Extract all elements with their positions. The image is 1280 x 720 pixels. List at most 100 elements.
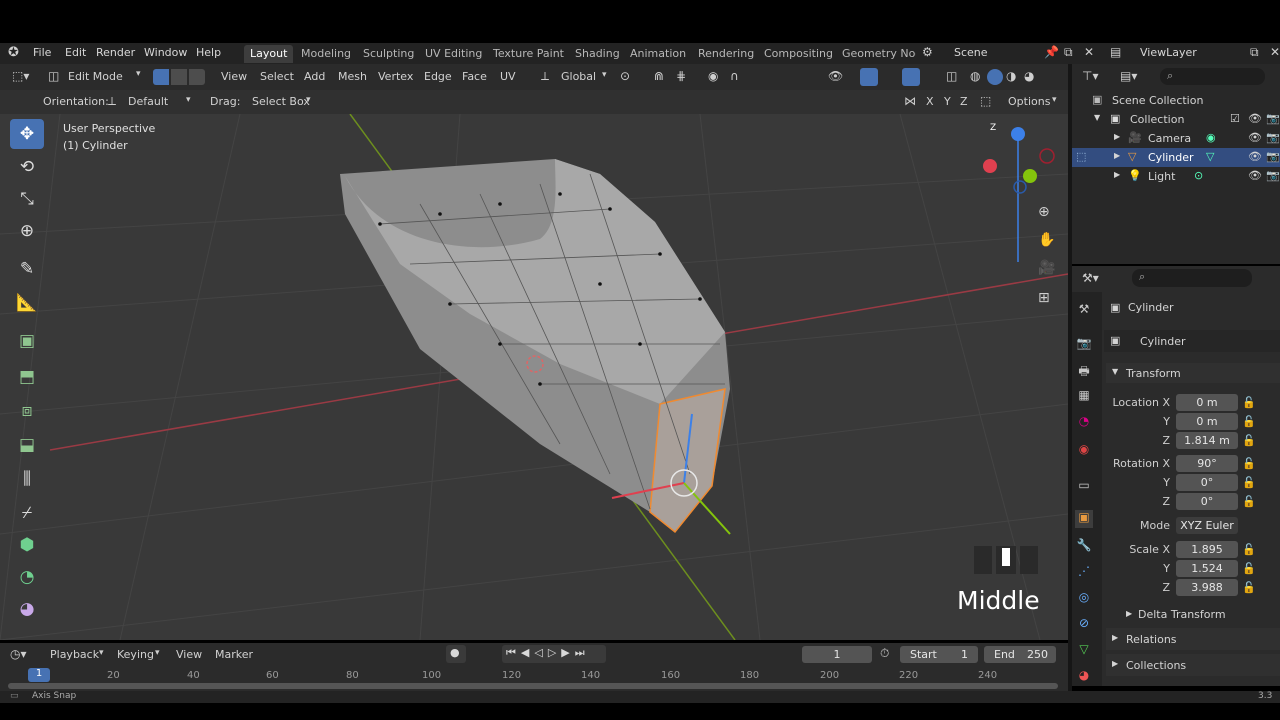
workspace-tab-layout[interactable]: Layout <box>244 45 294 63</box>
object-tab-icon[interactable]: ▣ <box>1075 510 1093 528</box>
view-layer-icon[interactable]: ▤ <box>1110 45 1121 59</box>
poly-build-tool-button[interactable]: ⬢ <box>10 530 44 560</box>
expand-arrow-icon[interactable]: ▶ <box>1114 151 1120 160</box>
rotation-mode-select[interactable]: XYZ Euler <box>1176 517 1238 534</box>
rotation-x-field[interactable]: 90° <box>1176 455 1238 472</box>
scene-name-field[interactable]: Scene <box>954 46 988 59</box>
checkbox-icon[interactable]: ☑ <box>1230 112 1240 125</box>
mode-selector[interactable]: Edit Mode <box>68 70 123 83</box>
scale-x-field[interactable]: 1.895 <box>1176 541 1238 558</box>
header-menu-mesh[interactable]: Mesh <box>338 70 367 83</box>
light-data-icon[interactable]: ⊙ <box>1194 169 1203 182</box>
outliner-row-collection[interactable]: ▼ ▣ Collection ☑ 👁 📷 <box>1072 110 1280 129</box>
header-menu-view[interactable]: View <box>221 70 247 83</box>
timeline-menu-keying[interactable]: Keying <box>117 648 154 661</box>
nav-gizmo-neg-z[interactable] <box>1013 180 1027 194</box>
lock-icon[interactable]: 🔓 <box>1242 457 1256 470</box>
visibility-eye-icon[interactable]: 👁 <box>1248 131 1262 144</box>
workspace-tab-animation[interactable]: Animation <box>624 45 692 63</box>
outliner-row-scene-collection[interactable]: ▣ Scene Collection <box>1072 91 1280 110</box>
workspace-tab-uv-editing[interactable]: UV Editing <box>419 45 488 63</box>
transform-panel-header[interactable]: ▼ Transform <box>1106 363 1280 383</box>
scene-icon[interactable]: ⚙ <box>922 45 933 59</box>
view-layer-field[interactable]: ViewLayer <box>1140 46 1197 59</box>
3d-viewport[interactable]: User Perspective (1) Cylinder Z ✥ ⟲ ⤡ ⊕ … <box>0 114 1068 640</box>
collapse-arrow-icon[interactable]: ▶ <box>1126 609 1132 618</box>
falloff-icon[interactable]: ∩ <box>730 69 739 83</box>
lock-icon[interactable]: 🔓 <box>1242 476 1256 489</box>
workspace-tab-texture-paint[interactable]: Texture Paint <box>487 45 570 63</box>
lock-icon[interactable]: 🔓 <box>1242 415 1256 428</box>
scale-y-field[interactable]: 1.524 <box>1176 560 1238 577</box>
inset-tool-button[interactable]: ⧈ <box>10 396 44 426</box>
render-camera-icon[interactable]: 📷 <box>1266 169 1280 182</box>
workspace-tab-rendering[interactable]: Rendering <box>692 45 760 63</box>
visibility-eye-icon[interactable]: 👁 <box>1248 169 1262 182</box>
lock-icon[interactable]: 🔓 <box>1242 543 1256 556</box>
nav-gizmo-z[interactable] <box>1011 127 1025 141</box>
gizmo-toggle-button[interactable] <box>860 68 878 86</box>
expand-arrow-icon[interactable]: ▶ <box>1114 170 1120 179</box>
workspace-tab-sculpting[interactable]: Sculpting <box>357 45 420 63</box>
visibility-eye-icon[interactable]: 👁 <box>1248 150 1262 163</box>
outliner-row-camera[interactable]: ▶ 🎥 Camera ◉ 👁 📷 <box>1072 129 1280 148</box>
snap-target-icon[interactable]: ⋕ <box>676 69 686 83</box>
location-y-field[interactable]: 0 m <box>1176 413 1238 430</box>
auto-merge-icon[interactable]: ⬚ <box>980 94 991 108</box>
measure-tool-button[interactable]: 📐 <box>10 288 44 318</box>
record-button[interactable]: ● <box>446 645 466 663</box>
relations-panel-header[interactable]: ▶ Relations <box>1106 628 1280 650</box>
annotate-tool-button[interactable]: ✎ <box>10 254 44 284</box>
proportional-edit-icon[interactable]: ◉ <box>708 69 718 83</box>
nav-gizmo-x[interactable] <box>983 159 997 173</box>
data-tab-icon[interactable]: ▽ <box>1075 642 1093 660</box>
modifiers-tab-icon[interactable]: 🔧 <box>1075 538 1093 556</box>
world-tab-icon[interactable]: ◉ <box>1075 442 1093 460</box>
workspace-tab-shading[interactable]: Shading <box>569 45 626 63</box>
current-frame-field[interactable]: 1 <box>802 646 872 663</box>
pan-hand-icon[interactable]: ✋ <box>1038 232 1055 248</box>
menu-render[interactable]: Render <box>96 46 135 59</box>
mirror-x-toggle[interactable]: X <box>926 95 934 108</box>
options-dropdown[interactable]: Options <box>1008 95 1050 108</box>
delete-scene-icon[interactable]: ✕ <box>1084 45 1094 59</box>
material-tab-icon[interactable]: ◕ <box>1075 668 1093 686</box>
header-menu-face[interactable]: Face <box>462 70 487 83</box>
transform-tool-button[interactable]: ⊕ <box>10 216 44 246</box>
timeline-editor-icon[interactable]: ◷▾ <box>10 647 27 661</box>
collection-tab-icon[interactable]: ▭ <box>1075 478 1093 496</box>
spin-tool-button[interactable]: ◔ <box>10 562 44 592</box>
expand-arrow-icon[interactable]: ▼ <box>1094 113 1100 122</box>
render-camera-icon[interactable]: 📷 <box>1266 150 1280 163</box>
location-x-field[interactable]: 0 m <box>1176 394 1238 411</box>
view-layer-tab-icon[interactable]: ▦ <box>1075 388 1093 406</box>
xray-icon[interactable]: ◫ <box>946 69 957 83</box>
zoom-icon[interactable]: ⊕ <box>1038 204 1050 220</box>
timeline-menu-marker[interactable]: Marker <box>215 648 253 661</box>
header-menu-add[interactable]: Add <box>304 70 325 83</box>
lock-icon[interactable]: 🔓 <box>1242 396 1256 409</box>
visibility-eye-icon[interactable]: 👁 <box>1248 112 1262 125</box>
output-tab-icon[interactable]: 🖶 <box>1075 362 1093 380</box>
wireframe-shading-icon[interactable]: ◍ <box>970 69 980 83</box>
workspace-tab-modeling[interactable]: Modeling <box>295 45 357 63</box>
header-menu-edge[interactable]: Edge <box>424 70 452 83</box>
pivot-point-icon[interactable]: ⊙ <box>620 69 630 83</box>
delete-view-layer-icon[interactable]: ✕ <box>1270 45 1280 59</box>
collections-panel-header[interactable]: ▶ Collections <box>1106 654 1280 676</box>
drag-selector[interactable]: Select Box <box>252 95 310 108</box>
outliner-search-input[interactable]: ⌕ <box>1160 68 1265 85</box>
menu-edit[interactable]: Edit <box>65 46 86 59</box>
pin-icon[interactable]: 📌 <box>1044 45 1059 59</box>
delta-transform-subpanel[interactable]: Delta Transform <box>1138 608 1226 621</box>
new-scene-icon[interactable]: ⧉ <box>1064 45 1073 60</box>
playhead[interactable]: 1 <box>28 668 50 682</box>
render-camera-icon[interactable]: 📷 <box>1266 112 1280 125</box>
bevel-tool-button[interactable]: ⬓ <box>10 430 44 460</box>
properties-search-input[interactable]: ⌕ <box>1132 269 1252 287</box>
scene-tab-icon[interactable]: ◔ <box>1075 414 1093 432</box>
location-z-field[interactable]: 1.814 m <box>1176 432 1238 449</box>
outliner-row-light[interactable]: ▶ 💡 Light ⊙ 👁 📷 <box>1072 167 1280 186</box>
particles-tab-icon[interactable]: ⋰ <box>1075 564 1093 582</box>
rendered-shading-icon[interactable]: ◕ <box>1024 69 1034 83</box>
